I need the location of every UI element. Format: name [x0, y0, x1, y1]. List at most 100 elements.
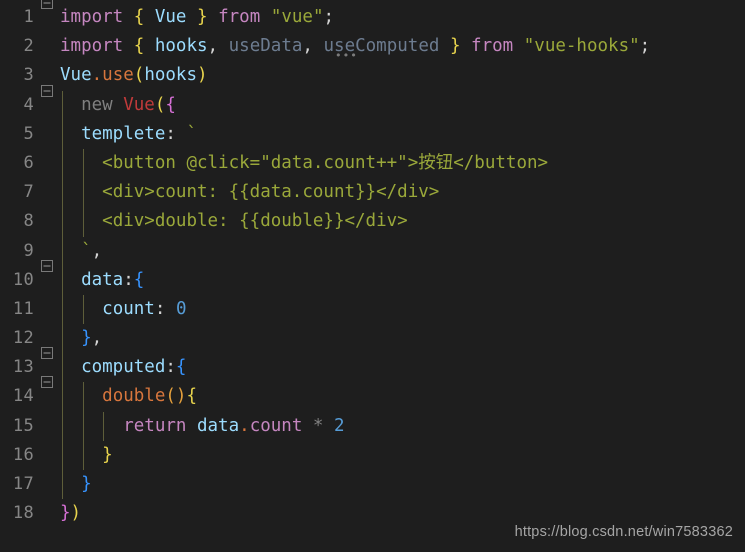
indent-guide	[62, 148, 63, 179]
line-number: 11	[12, 298, 34, 319]
code-line-source[interactable]: `,	[60, 236, 745, 266]
code-line-source[interactable]: import { hooks, useData, useComputed } f…	[60, 32, 745, 61]
code-token: {	[133, 269, 145, 290]
code-line-source[interactable]: return data.count * 2	[60, 411, 745, 441]
code-line[interactable]: 5 templete: `	[0, 119, 745, 149]
code-line-source[interactable]: <div>double: {{double}}</div>	[60, 207, 745, 237]
line-number: 16	[12, 444, 34, 465]
indent-guide	[82, 207, 84, 237]
code-token: ;	[323, 7, 335, 27]
code-line[interactable]: 13 computed:{	[0, 353, 745, 383]
code-token: ,	[91, 240, 103, 261]
code-token: templete	[81, 123, 166, 144]
code-line-source[interactable]: <div>count: {{data.count}}</div>	[60, 178, 745, 208]
line-number: 13	[12, 357, 34, 378]
code-token: .	[239, 415, 250, 436]
code-line[interactable]: 6 <button @click="data.count++">按钮</butt…	[0, 148, 745, 179]
code-token: }	[81, 328, 92, 349]
code-token: import	[60, 7, 124, 27]
code-line[interactable]: 8 <div>double: {{double}}</div>	[0, 207, 745, 237]
line-number: 5	[23, 123, 34, 144]
code-editor[interactable]: 1 import { Vue } from "vue"; 2 import { hoo…	[0, 0, 745, 552]
indent-guide	[62, 294, 63, 325]
code-token: ;	[639, 36, 651, 57]
code-line-source[interactable]: }	[60, 440, 745, 470]
line-number: 1	[23, 7, 34, 27]
code-token: Vue	[60, 65, 92, 86]
code-line-source[interactable]: import { Vue } from "vue";	[60, 3, 745, 32]
code-line[interactable]: 4 new Vue({	[0, 90, 745, 120]
code-line[interactable]: 15 return data.count * 2	[0, 411, 745, 441]
code-lines-container[interactable]: 1 import { Vue } from "vue"; 2 import { hoo…	[0, 0, 745, 528]
indent-guide	[82, 440, 84, 470]
code-token: "vue-hooks"	[523, 36, 640, 57]
code-token: }	[60, 503, 71, 524]
indent-guide	[82, 294, 84, 325]
code-token: hooks	[144, 65, 197, 86]
code-token: (	[165, 386, 176, 407]
code-token: 0	[175, 298, 187, 319]
code-token: {	[175, 357, 187, 378]
code-token: from	[471, 36, 514, 57]
code-line-source[interactable]: data:{	[60, 265, 745, 295]
code-line-source[interactable]: double(){	[60, 382, 745, 412]
code-token: return	[123, 415, 187, 436]
code-line[interactable]: 1 import { Vue } from "vue";	[0, 3, 745, 32]
code-line-source[interactable]: count: 0	[60, 294, 745, 325]
code-token: )	[175, 386, 187, 407]
code-line[interactable]: 12 },	[0, 324, 745, 354]
code-line[interactable]: 3 Vue.use(hooks)	[0, 61, 745, 90]
line-number: 4	[23, 94, 34, 115]
code-line[interactable]: 2 import { hooks, useData, useComputed } …	[0, 32, 745, 61]
code-token: :	[165, 123, 176, 144]
code-token: *	[312, 415, 324, 436]
code-line[interactable]: 11 count: 0	[0, 294, 745, 325]
code-line[interactable]: 7 <div>count: {{data.count}}</div>	[0, 178, 745, 208]
code-line[interactable]: 10 data:{	[0, 265, 745, 295]
indent-guide	[62, 236, 63, 266]
code-line-source[interactable]: templete: `	[60, 119, 745, 149]
code-line-source[interactable]: <button @click="data.count++">按钮</button…	[60, 148, 745, 179]
code-line-source[interactable]: computed:{	[60, 353, 745, 383]
code-token: :	[154, 298, 166, 319]
code-token: data	[196, 415, 240, 436]
code-token: )	[70, 503, 82, 524]
code-line-source[interactable]: }	[60, 470, 745, 500]
code-line[interactable]: 14 double(){	[0, 382, 745, 412]
code-line[interactable]: 17 }	[0, 470, 745, 500]
code-token: )	[197, 65, 208, 86]
code-line[interactable]: 16 }	[0, 440, 745, 470]
code-line-source[interactable]: new Vue({	[60, 90, 745, 120]
code-token: data	[81, 269, 124, 290]
indent-guide	[62, 382, 63, 412]
code-token: ,	[91, 328, 103, 349]
indent-guide	[82, 411, 84, 441]
line-number: 6	[23, 152, 34, 173]
code-line[interactable]: 9 `,	[0, 236, 745, 266]
code-token: count	[102, 298, 155, 319]
code-line-source[interactable]: Vue.use(hooks)	[60, 61, 745, 90]
code-line-source[interactable]: },	[60, 324, 745, 354]
code-token: :	[123, 269, 134, 290]
code-token: {	[133, 7, 145, 27]
code-token: useData	[228, 36, 303, 57]
